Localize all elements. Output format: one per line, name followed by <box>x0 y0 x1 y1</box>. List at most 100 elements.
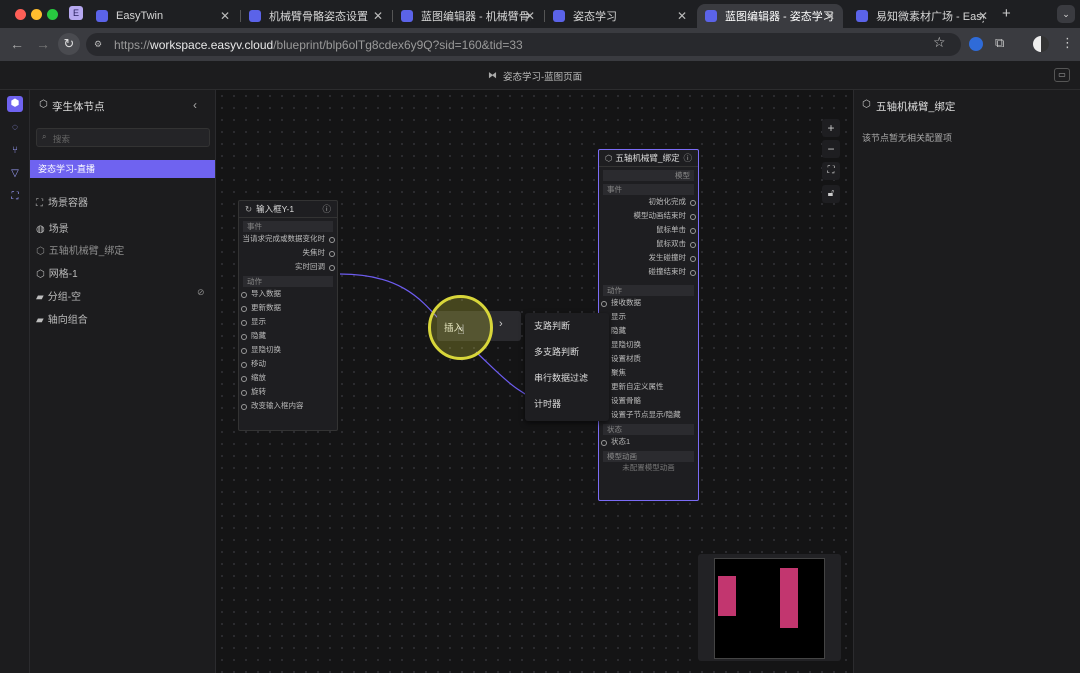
browser-tab-2[interactable]: 机械臂骨骼姿态设置 ✕ <box>241 4 391 28</box>
easyv-favicon-icon <box>401 10 413 22</box>
refresh-icon: ↻ <box>245 203 253 214</box>
state-port[interactable]: 状态1 <box>599 435 698 449</box>
event-port[interactable]: 初始化完成 <box>599 195 698 209</box>
reload-icon[interactable]: ↻ <box>58 33 80 55</box>
search-input[interactable]: ⌕ 搜索 <box>36 128 210 147</box>
url-text[interactable]: https://workspace.easyv.cloud/blueprint/… <box>114 38 523 52</box>
help-icon[interactable]: ⓘ <box>322 203 331 215</box>
filter-icon[interactable]: ▽ <box>7 166 23 182</box>
browser-tab-6[interactable]: 易知微素材广场 - EasyV数 ✕ <box>848 4 996 28</box>
submenu-item[interactable]: 多支路判断 <box>525 339 609 365</box>
submenu-item[interactable]: 串行数据过滤 <box>525 365 609 391</box>
zoom-in-button[interactable]: + <box>822 119 840 137</box>
browser-tab-5-active[interactable]: 蓝图编辑器 - 姿态学习 ✕ <box>697 4 843 28</box>
event-port[interactable]: 模型动画结束时 <box>599 209 698 223</box>
node-section-label: 事件 <box>243 221 333 232</box>
tab-close-icon[interactable]: ✕ <box>978 9 988 23</box>
tab-close-icon[interactable]: ✕ <box>220 9 230 23</box>
action-port[interactable]: 显示 <box>239 315 337 329</box>
action-port[interactable]: 设置骨骼 <box>599 394 698 408</box>
node-header[interactable]: ↻ 输入框Y-1 ⓘ <box>239 201 337 218</box>
event-port[interactable]: 实时回调 <box>239 260 337 274</box>
more-menu-icon[interactable]: ⋮ <box>1061 35 1074 51</box>
action-port[interactable]: 缩放 <box>239 371 337 385</box>
tab-close-icon[interactable]: ✕ <box>825 9 835 23</box>
lock-button[interactable]: 🔓︎ <box>822 185 840 203</box>
node-title: 五轴机械臂_绑定 <box>615 153 680 163</box>
minimap[interactable] <box>698 554 841 661</box>
extension-icon[interactable] <box>969 37 983 51</box>
new-tab-icon[interactable]: + <box>1002 5 1011 22</box>
tree-item-arm[interactable]: ⬡ 五轴机械臂_绑定 <box>36 242 124 257</box>
window-close-button[interactable] <box>15 9 26 20</box>
window-minimize-button[interactable] <box>31 9 42 20</box>
action-port[interactable]: 旋转 <box>239 385 337 399</box>
event-port[interactable]: 发生碰撞时 <box>599 251 698 265</box>
input-node[interactable]: ↻ 输入框Y-1 ⓘ 事件 当请求完成或数据变化时 失焦时 实时回调 动作 导入数据… <box>238 200 338 431</box>
action-port[interactable]: 更新自定义属性 <box>599 380 698 394</box>
browser-tab-4[interactable]: 姿态学习 ✕ <box>545 4 695 28</box>
hidden-eye-icon[interactable]: ⊘ <box>197 287 205 298</box>
action-port[interactable]: 更新数据 <box>239 301 337 315</box>
node-header[interactable]: ⬡ 五轴机械臂_绑定 ⓘ <box>599 150 698 167</box>
page-title: 姿态学习-蓝图页面 <box>503 72 583 83</box>
profile-icon[interactable]: E <box>69 6 83 20</box>
action-port[interactable]: 隐藏 <box>599 324 698 338</box>
tree-item-mesh[interactable]: ⬡ 网格-1 <box>36 265 78 280</box>
tab-close-icon[interactable]: ✕ <box>677 9 687 23</box>
action-port[interactable]: 隐藏 <box>239 329 337 343</box>
tree-item-axis[interactable]: ▰ 轴向组合 <box>36 311 88 326</box>
action-port[interactable]: 聚焦 <box>599 366 698 380</box>
event-port[interactable]: 鼠标单击 <box>599 223 698 237</box>
preview-screen-icon[interactable]: ▭ <box>1054 68 1070 82</box>
collapse-chevron-icon[interactable]: ‹ <box>193 98 197 112</box>
zoom-out-button[interactable]: − <box>822 140 840 158</box>
selected-scene-item[interactable]: 姿态学习-直播 <box>30 160 215 178</box>
tree-item-scene[interactable]: ◍ 场景 <box>36 220 69 235</box>
submenu-item[interactable]: 计时器 <box>525 391 609 417</box>
submenu-item[interactable]: 支路判断 <box>525 313 609 339</box>
event-port[interactable]: 鼠标双击 <box>599 237 698 251</box>
bookmark-star-icon[interactable]: ☆ <box>933 34 946 51</box>
back-arrow-icon[interactable]: ← <box>10 36 24 52</box>
browser-tab-1[interactable]: EasyTwin ✕ <box>88 4 238 28</box>
action-port[interactable]: 显隐切换 <box>599 338 698 352</box>
browser-tab-strip: E EasyTwin ✕ 机械臂骨骼姿态设置 ✕ 蓝图编辑器 - 机械臂骨骼姿 … <box>0 0 1080 28</box>
url-host: workspace.easyv.cloud <box>150 38 274 52</box>
action-port[interactable]: 导入数据 <box>239 287 337 301</box>
scene-container-icon: ⛶ <box>36 198 43 209</box>
action-port[interactable]: 显隐切换 <box>239 343 337 357</box>
event-port[interactable]: 碰撞结束时 <box>599 265 698 279</box>
extensions-puzzle-icon[interactable]: ⧉ <box>995 35 1004 51</box>
anim-note: 未配置模型动画 <box>622 463 675 472</box>
logic-nodes-icon[interactable]: ◌ <box>7 120 23 136</box>
arm-node[interactable]: ⬡ 五轴机械臂_绑定 ⓘ 模型 事件 初始化完成 模型动画结束时 鼠标单击 鼠标双击… <box>598 149 699 501</box>
twin-nodes-cube-icon[interactable]: ⬢ <box>7 96 23 112</box>
avatar[interactable] <box>1033 36 1049 52</box>
tab-search-chevron-icon[interactable]: ⌄ <box>1057 5 1075 23</box>
action-port[interactable]: 接收数据 <box>599 296 698 310</box>
event-port[interactable]: 失焦时 <box>239 246 337 260</box>
help-icon[interactable]: ⓘ <box>683 152 692 164</box>
tab-close-icon[interactable]: ✕ <box>525 9 535 23</box>
window-maximize-button[interactable] <box>47 9 58 20</box>
tree-label: 五轴机械臂_绑定 <box>48 246 125 257</box>
node-section-label: 模型动画 <box>603 451 694 462</box>
action-port[interactable]: 显示 <box>599 310 698 324</box>
action-port[interactable]: 改变输入框内容 <box>239 399 337 413</box>
folder-icon: ▰ <box>36 315 44 326</box>
tree-item-group[interactable]: ▰ 分组-空 <box>36 288 81 303</box>
site-settings-icon[interactable]: ⚙ <box>94 39 106 50</box>
forward-arrow-icon[interactable]: → <box>36 36 50 52</box>
tab-close-icon[interactable]: ✕ <box>373 9 383 23</box>
scene-container-item[interactable]: ⛶ 场景容器 <box>36 194 88 209</box>
branch-icon[interactable]: ⑂ <box>7 143 23 159</box>
action-port[interactable]: 设置子节点显示/隐藏 <box>599 408 698 422</box>
scene-container-icon[interactable]: ⛶ <box>7 189 23 205</box>
action-port[interactable]: 移动 <box>239 357 337 371</box>
fit-view-button[interactable]: ⛶ <box>822 162 840 180</box>
browser-tab-3[interactable]: 蓝图编辑器 - 机械臂骨骼姿 ✕ <box>393 4 543 28</box>
event-port[interactable]: 当请求完成或数据变化时 <box>239 232 337 246</box>
empty-config-note: 该节点暂无相关配置项 <box>862 133 953 143</box>
action-port[interactable]: 设置材质 <box>599 352 698 366</box>
